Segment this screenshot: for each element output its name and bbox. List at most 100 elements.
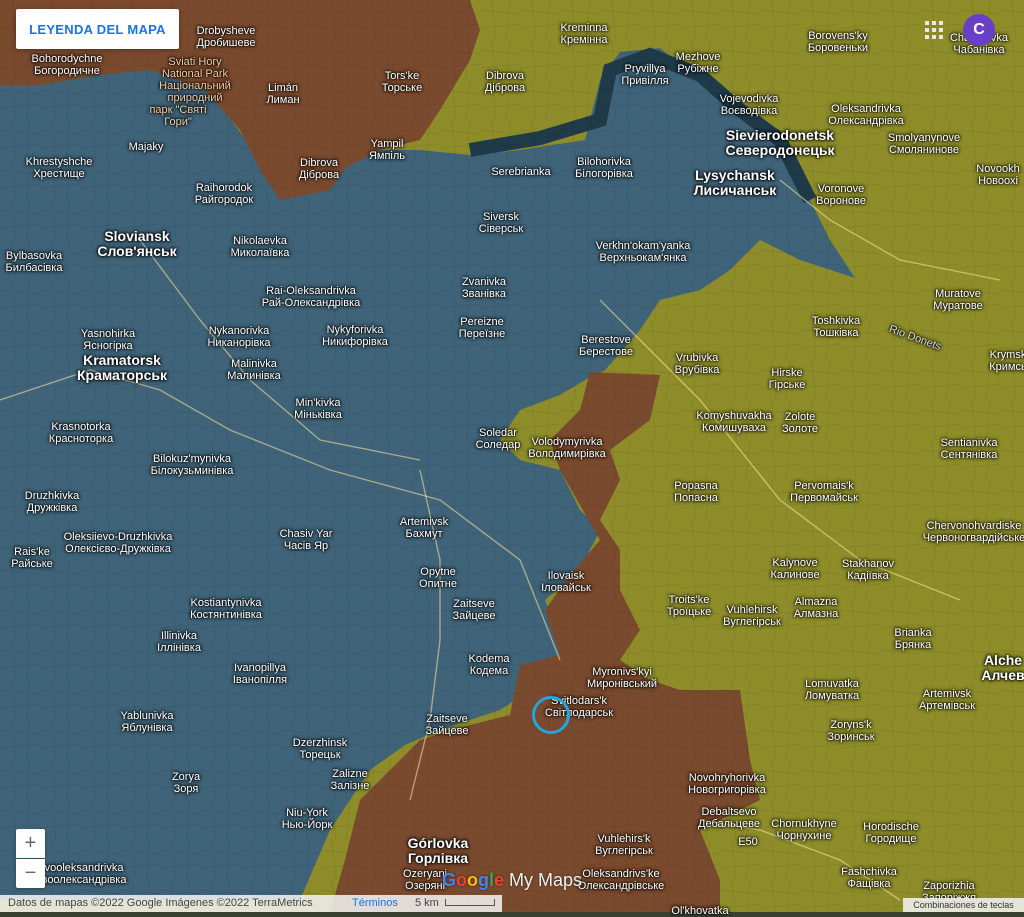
place-label[interactable]: Nykanorivka Никанорівка [207, 325, 270, 349]
place-label[interactable]: Rais'ke Райське [11, 546, 53, 570]
place-label[interactable]: Toshkivka Тошківка [812, 315, 860, 339]
place-label[interactable]: Ol'khovatka [671, 905, 728, 917]
place-label[interactable]: Kodema Кодема [469, 653, 510, 677]
place-label[interactable]: Dzerzhinsk Торецьк [293, 737, 347, 761]
place-label[interactable]: Oleksandrivka Олександрівка [828, 103, 904, 127]
place-label[interactable]: Nykyforivka Никифорівка [322, 324, 388, 348]
place-label[interactable]: Chasiv Yar Часів Яр [280, 528, 333, 552]
place-label[interactable]: Zorya Зоря [172, 771, 200, 795]
place-label[interactable]: Górlovka Горлівка [408, 836, 469, 866]
place-label[interactable]: Zaitseve Зайцеве [425, 713, 468, 737]
zoom-in-button[interactable]: + [16, 829, 45, 858]
place-label[interactable]: Chornukhyne Чорнухине [771, 818, 836, 842]
place-label[interactable]: Raihorodok Райгородок [195, 182, 253, 206]
zoom-out-button[interactable]: − [16, 859, 45, 888]
place-label[interactable]: Krasnotorka Красноторка [49, 421, 113, 445]
place-label[interactable]: Lomuvatka Ломуватка [805, 678, 859, 702]
place-label[interactable]: Tors'ke Торське [382, 70, 422, 94]
place-label[interactable]: Zolote Золоте [782, 411, 818, 435]
place-label[interactable]: Siversk Сіверськ [479, 211, 523, 235]
keyboard-shortcuts-link[interactable]: Combinaciones de teclas [903, 898, 1024, 912]
place-label[interactable]: Національний природний [159, 80, 231, 104]
place-label[interactable]: Hirske Гірське [769, 367, 806, 391]
place-label[interactable]: Mezhove Рубіжне [676, 51, 721, 75]
place-label[interactable]: Khrestyshche Хрестище [26, 156, 93, 180]
place-label[interactable]: Ilovaisk Іловайськ [541, 570, 591, 594]
place-label[interactable]: Novookh Новоохі [976, 163, 1019, 187]
place-label[interactable]: Yampil Ямпіль [369, 138, 405, 162]
place-label[interactable]: Nikolaevka Миколаївка [231, 235, 290, 259]
place-label[interactable]: Volodymyrivka Володимирівка [528, 436, 605, 460]
place-label[interactable]: Pryvillya Привілля [621, 63, 668, 87]
account-avatar[interactable]: C [963, 14, 995, 46]
place-label[interactable]: Bylbasovka Билбасівка [6, 250, 63, 274]
place-label[interactable]: Kalynove Калинове [770, 557, 819, 581]
place-label[interactable]: Kramatorsk Краматорськ [77, 353, 167, 383]
place-label[interactable]: Sentianivka Сентянівка [941, 437, 998, 461]
place-label[interactable]: Stakhanov Кадіївка [842, 558, 894, 582]
place-label[interactable]: Verkhn'okam'yanka Верхньокам'янка [596, 240, 691, 264]
place-label[interactable]: Alche Алчев [981, 653, 1024, 683]
place-label[interactable]: Novohryhorivka Новогригорівка [688, 772, 766, 796]
place-label[interactable]: Vuhlehirs'k Вуглегірськ [595, 833, 653, 857]
place-label[interactable]: Sievierodonetsk Северодонецьк [726, 128, 835, 158]
place-label[interactable]: Pereizne Переїзне [459, 316, 506, 340]
place-label[interactable]: Opytne Опитне [419, 566, 457, 590]
place-label[interactable]: Komyshuvakha Комишуваха [696, 410, 771, 434]
place-label[interactable]: парк "Святі Гори" [149, 104, 206, 128]
place-label[interactable]: Almazna Алмазна [794, 596, 839, 620]
place-label[interactable]: Muratove Муратове [933, 288, 983, 312]
place-label[interactable]: Vrubivka Врубівка [675, 352, 720, 376]
place-label[interactable]: Kreminna Кремінна [560, 22, 607, 46]
place-label[interactable]: Voronove Воронове [816, 183, 866, 207]
place-label[interactable]: Myronivs'kyi Миронівський [587, 666, 657, 690]
place-label[interactable]: Bohorodychne Богородичне [32, 53, 103, 77]
place-label[interactable]: Yablunivka Яблунівка [121, 710, 174, 734]
place-label[interactable]: Malinivka Малинівка [227, 358, 281, 382]
place-label[interactable]: Rai-Oleksandrivka Рай-Олександрівка [262, 285, 361, 309]
location-marker[interactable] [532, 696, 570, 734]
place-label[interactable]: Illinivka Іллінівка [157, 630, 201, 654]
place-label[interactable]: Serebrianka [491, 166, 550, 178]
place-label[interactable]: Debaltsevo Дебальцеве [698, 806, 760, 830]
place-label[interactable]: Ozeryani Озеряні [403, 868, 447, 892]
place-label[interactable]: Sloviansk Слов'янськ [97, 229, 176, 259]
place-label[interactable]: Borovens'ky Боровеньки [808, 30, 868, 54]
place-label[interactable]: Brianka Брянка [894, 627, 931, 651]
place-label[interactable]: E50 [738, 836, 758, 848]
legend-button[interactable]: LEYENDA DEL MAPA [16, 9, 179, 49]
place-label[interactable]: Ivanopillya Іванопілля [233, 662, 287, 686]
place-label[interactable]: Oleksiievo-Druzhkivka Олексієво-Дружківка [64, 531, 173, 555]
place-label[interactable]: Zvanivka Званівка [462, 276, 506, 300]
place-label[interactable]: Druzhkivka Дружківка [25, 490, 79, 514]
place-label[interactable]: Bilohorivka Білогорівка [575, 156, 633, 180]
place-label[interactable]: Vuhlehirsk Вуглегірськ [723, 604, 781, 628]
place-label[interactable]: Zoryns'k Зоринськ [827, 719, 874, 743]
place-label[interactable]: Vojevodivka Воєводівка [720, 93, 779, 117]
place-label[interactable]: Soledar Соледар [476, 427, 521, 451]
place-label[interactable]: Popasna Попасна [674, 480, 718, 504]
place-label[interactable]: Limán Лиман [266, 82, 299, 106]
place-label[interactable]: Drobysheve Дробишеве [197, 25, 256, 49]
place-label[interactable]: Chervonohvardiske Червоногвардійське [923, 520, 1024, 544]
place-label[interactable]: Kostiantynivka Костянтинівка [190, 597, 262, 621]
place-label[interactable]: Troits'ke Троїцьке [667, 594, 711, 618]
place-label[interactable]: Lysychansk Лисичанськ [694, 168, 777, 198]
place-label[interactable]: Pervomais'k Первомайськ [790, 480, 858, 504]
place-label[interactable]: Sviati Hory National Park [162, 56, 228, 80]
place-label[interactable]: Smolyanynove Смолянинове [888, 132, 960, 156]
place-label[interactable]: Zalizne Залізне [331, 768, 370, 792]
place-label[interactable]: Horodische Городище [863, 821, 919, 845]
place-label[interactable]: Min'kivka Міньківка [294, 397, 342, 421]
place-label[interactable]: Dibrova Діброва [299, 157, 339, 181]
place-label[interactable]: Berestove Берестове [579, 334, 633, 358]
place-label[interactable]: Majaky [129, 141, 164, 153]
place-label[interactable]: Artemivsk Бахмут [400, 516, 448, 540]
place-label[interactable]: Fashchivka Фащівка [841, 866, 897, 890]
place-label[interactable]: Yasnohirka Ясногірка [81, 328, 135, 352]
place-label[interactable]: Oleksandrivs'ke Олександрівське [578, 868, 665, 892]
place-label[interactable]: Dibrova Діброва [485, 70, 525, 94]
terms-link[interactable]: Términos [352, 895, 398, 912]
place-label[interactable]: Bilokuz'mynivka Білокузьминівка [151, 453, 234, 477]
place-label[interactable]: Krymsk Кримсь [989, 349, 1024, 373]
